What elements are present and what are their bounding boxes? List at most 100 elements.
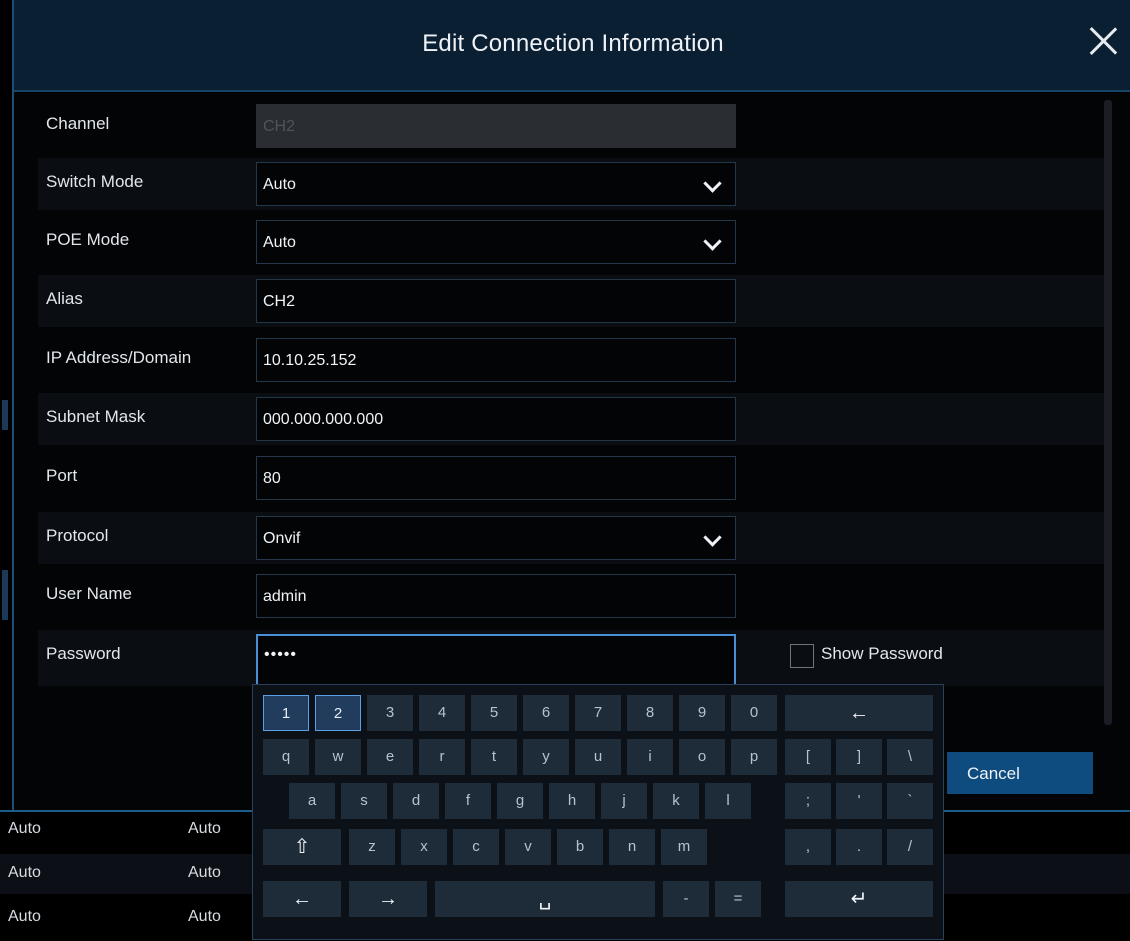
key[interactable]: e: [367, 739, 413, 775]
key[interactable]: d: [393, 783, 439, 819]
key[interactable]: ': [836, 783, 882, 819]
key[interactable]: w: [315, 739, 361, 775]
key[interactable]: `: [887, 783, 933, 819]
key[interactable]: 9: [679, 695, 725, 731]
form-row-channel: Channel CH2: [38, 100, 1104, 152]
close-icon[interactable]: [1088, 26, 1118, 56]
port-value: 80: [263, 470, 281, 487]
key[interactable]: 7: [575, 695, 621, 731]
switch-mode-label: Switch Mode: [46, 172, 144, 191]
poe-mode-select[interactable]: Auto: [256, 220, 736, 264]
key[interactable]: 3: [367, 695, 413, 731]
subnet-value: 000.000.000.000: [263, 411, 384, 428]
key[interactable]: 1: [263, 695, 309, 731]
form-row-switch-mode: Switch Mode Auto: [38, 158, 1104, 210]
protocol-label: Protocol: [46, 526, 109, 545]
key[interactable]: o: [679, 739, 725, 775]
chevron-down-icon: [703, 174, 722, 193]
space-key[interactable]: ␣: [435, 881, 655, 917]
cancel-label: Cancel: [967, 764, 1020, 783]
subnet-label: Subnet Mask: [46, 407, 146, 426]
background-edge-marker: [2, 570, 8, 620]
key[interactable]: q: [263, 739, 309, 775]
key[interactable]: .: [836, 829, 882, 865]
username-input[interactable]: admin: [256, 574, 736, 618]
key[interactable]: /: [887, 829, 933, 865]
cursor-left-key[interactable]: ←: [263, 881, 341, 917]
table-cell: Auto: [188, 908, 221, 925]
shift-key[interactable]: ⇧: [263, 829, 341, 865]
key[interactable]: g: [497, 783, 543, 819]
key[interactable]: i: [627, 739, 673, 775]
scrollbar[interactable]: [1104, 100, 1112, 725]
cancel-button[interactable]: Cancel: [947, 752, 1093, 794]
key[interactable]: j: [601, 783, 647, 819]
key[interactable]: [: [785, 739, 831, 775]
form-row-protocol: Protocol Onvif: [38, 512, 1104, 564]
key[interactable]: f: [445, 783, 491, 819]
key[interactable]: 0: [731, 695, 777, 731]
key[interactable]: h: [549, 783, 595, 819]
protocol-select[interactable]: Onvif: [256, 516, 736, 560]
alias-input[interactable]: CH2: [256, 279, 736, 323]
ip-value: 10.10.25.152: [263, 352, 357, 369]
channel-field: CH2: [256, 104, 736, 148]
key[interactable]: s: [341, 783, 387, 819]
ip-label: IP Address/Domain: [46, 348, 192, 367]
form-row-port: Port 80: [38, 452, 1104, 504]
chevron-down-icon: [703, 528, 722, 547]
alias-value: CH2: [263, 293, 296, 310]
table-cell: Auto: [188, 864, 221, 881]
key[interactable]: ]: [836, 739, 882, 775]
key[interactable]: n: [609, 829, 655, 865]
port-input[interactable]: 80: [256, 456, 736, 500]
key[interactable]: a: [289, 783, 335, 819]
password-input[interactable]: •••••: [256, 634, 736, 686]
key[interactable]: k: [653, 783, 699, 819]
key[interactable]: 5: [471, 695, 517, 731]
key[interactable]: =: [715, 881, 761, 917]
key[interactable]: 4: [419, 695, 465, 731]
password-label: Password: [46, 644, 121, 663]
table-cell: Auto: [8, 864, 41, 881]
chevron-down-icon: [703, 232, 722, 251]
key[interactable]: m: [661, 829, 707, 865]
key[interactable]: z: [349, 829, 395, 865]
show-password-checkbox[interactable]: [790, 644, 814, 668]
key[interactable]: t: [471, 739, 517, 775]
key[interactable]: -: [663, 881, 709, 917]
key[interactable]: 2: [315, 695, 361, 731]
subnet-mask-input[interactable]: 000.000.000.000: [256, 397, 736, 441]
table-cell: Auto: [8, 908, 41, 925]
enter-key[interactable]: ↵: [785, 881, 933, 917]
cursor-right-key[interactable]: →: [349, 881, 427, 917]
key[interactable]: y: [523, 739, 569, 775]
form-row-alias: Alias CH2: [38, 275, 1104, 327]
password-value: •••••: [264, 646, 298, 663]
key[interactable]: 6: [523, 695, 569, 731]
channel-value: CH2: [263, 118, 296, 135]
key[interactable]: u: [575, 739, 621, 775]
key[interactable]: ,: [785, 829, 831, 865]
onscreen-keyboard: ← [ ] \ ; ' ` , . / ↵ ⇧ ← → ␣ - = 123456…: [252, 684, 944, 940]
poe-mode-value: Auto: [263, 234, 296, 251]
key[interactable]: x: [401, 829, 447, 865]
form-row-username: User Name admin: [38, 570, 1104, 622]
form-row-poe-mode: POE Mode Auto: [38, 216, 1104, 268]
switch-mode-select[interactable]: Auto: [256, 162, 736, 206]
key[interactable]: \: [887, 739, 933, 775]
key[interactable]: b: [557, 829, 603, 865]
key[interactable]: r: [419, 739, 465, 775]
poe-mode-label: POE Mode: [46, 230, 130, 249]
key[interactable]: c: [453, 829, 499, 865]
key[interactable]: ;: [785, 783, 831, 819]
ip-address-input[interactable]: 10.10.25.152: [256, 338, 736, 382]
backspace-key[interactable]: ←: [785, 695, 933, 731]
form-row-ip: IP Address/Domain 10.10.25.152: [38, 334, 1104, 386]
port-label: Port: [46, 466, 78, 485]
key[interactable]: l: [705, 783, 751, 819]
key[interactable]: 8: [627, 695, 673, 731]
key[interactable]: v: [505, 829, 551, 865]
key[interactable]: p: [731, 739, 777, 775]
form-row-subnet: Subnet Mask 000.000.000.000: [38, 393, 1104, 445]
